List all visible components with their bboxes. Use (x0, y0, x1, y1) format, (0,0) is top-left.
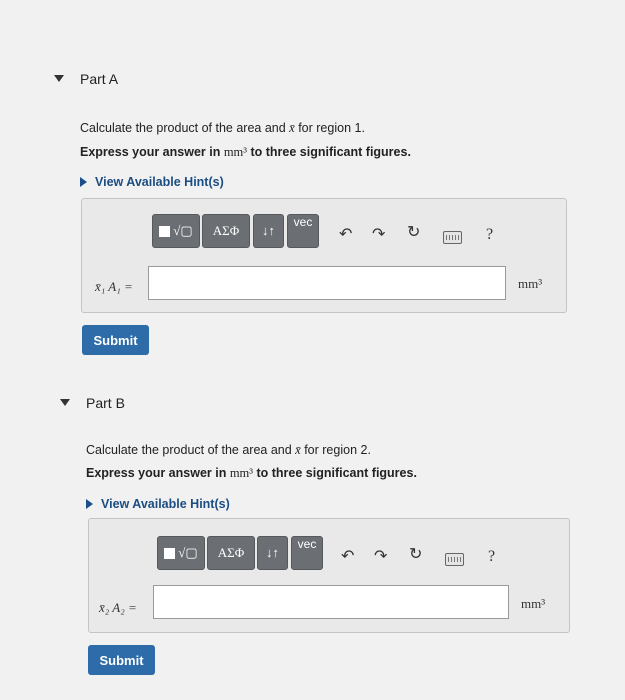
reset-icon[interactable]: ↻ (409, 547, 422, 563)
hint-expand-icon[interactable] (80, 177, 87, 187)
reset-icon[interactable]: ↻ (407, 225, 420, 241)
part-a-hint-link[interactable]: View Available Hint(s) (95, 175, 224, 189)
undo-icon[interactable]: ↶ (339, 227, 352, 243)
part-b-answer-label: x̄₂ A₂ = (99, 600, 137, 615)
problem-page: Part A Calculate the product of the area… (0, 0, 625, 700)
undo-icon[interactable]: ↶ (341, 549, 354, 565)
keyboard-icon[interactable] (443, 231, 462, 244)
part-b-submit-button[interactable]: Submit (88, 645, 155, 675)
redo-icon[interactable]: ↷ (372, 227, 385, 243)
greek-symbols-button[interactable]: ΑΣΦ (202, 214, 250, 248)
part-b-question: Calculate the product of the area and x̄… (86, 443, 371, 457)
redo-icon[interactable]: ↷ (374, 549, 387, 565)
help-icon[interactable]: ? (488, 548, 495, 566)
sort-button[interactable]: ↓↑ (253, 214, 284, 248)
help-icon[interactable]: ? (486, 226, 493, 244)
part-a-question: Calculate the product of the area and x̄… (80, 121, 365, 135)
part-b-answer-panel: √▢ ΑΣΦ ↓↑ vec ↶ ↷ ↻ ? x̄₂ A₂ = mm³ (88, 518, 570, 633)
part-b-answer-input[interactable] (153, 585, 509, 619)
part-a-unit: mm³ (518, 276, 543, 291)
part-a-answer-input[interactable] (148, 266, 506, 300)
greek-symbols-button[interactable]: ΑΣΦ (207, 536, 255, 570)
part-a-title: Part A (80, 71, 119, 87)
keyboard-icon[interactable] (445, 553, 464, 566)
collapse-part-b-icon[interactable] (60, 399, 70, 406)
vector-button[interactable]: vec (287, 214, 319, 248)
templates-button[interactable]: √▢ (152, 214, 200, 248)
part-b-instruction: Express your answer in mm³ to three sign… (86, 466, 417, 480)
part-a-answer-panel: √▢ ΑΣΦ ↓↑ vec ↶ ↷ ↻ ? x̄₁ A₁ = mm³ (81, 198, 567, 313)
part-a-instruction: Express your answer in mm³ to three sign… (80, 145, 411, 159)
collapse-part-a-icon[interactable] (54, 75, 64, 82)
part-a-submit-button[interactable]: Submit (82, 325, 149, 355)
part-b-title: Part B (86, 395, 125, 411)
sort-button[interactable]: ↓↑ (257, 536, 288, 570)
templates-button[interactable]: √▢ (157, 536, 205, 570)
vector-button[interactable]: vec (291, 536, 323, 570)
hint-expand-icon[interactable] (86, 499, 93, 509)
part-a-answer-label: x̄₁ A₁ = (95, 279, 133, 294)
part-b-unit: mm³ (521, 596, 546, 611)
part-b-hint-link[interactable]: View Available Hint(s) (101, 497, 230, 511)
